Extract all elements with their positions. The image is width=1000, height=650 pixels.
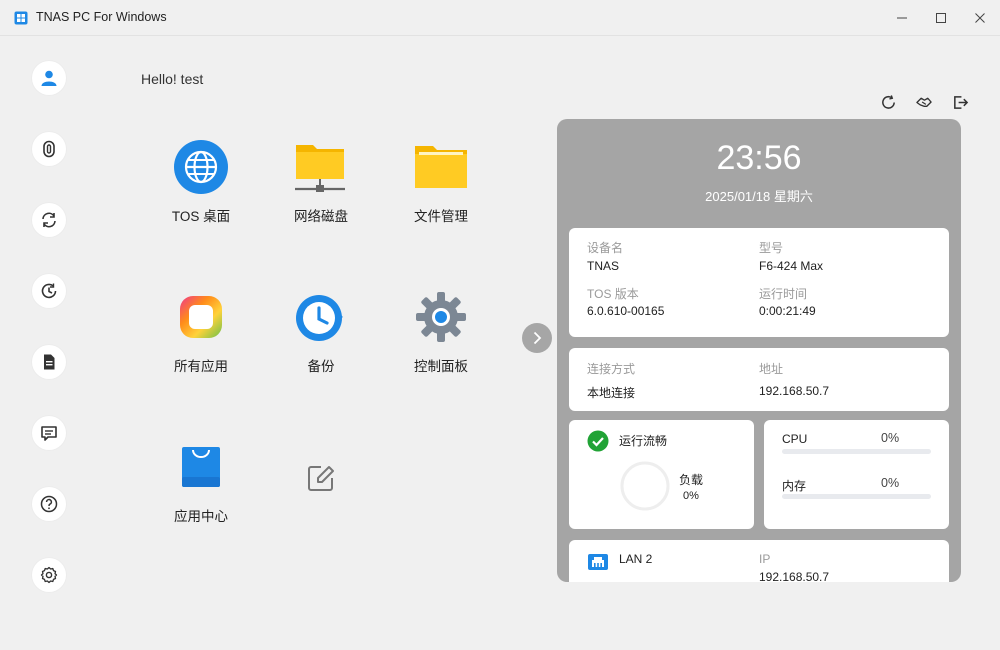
resource-card: CPU 0% 内存 0% xyxy=(764,420,949,529)
sync-icon xyxy=(42,212,56,228)
sidebar-settings-button[interactable] xyxy=(32,558,66,592)
connection-card: 连接方式 本地连接 地址 192.168.50.7 xyxy=(569,348,949,411)
folder-icon xyxy=(415,146,467,188)
app-label: 备份 xyxy=(307,359,335,374)
chevron-right-icon xyxy=(533,331,542,345)
app-label: TOS 桌面 xyxy=(171,209,231,224)
clock-date: 2025/01/18 星期六 xyxy=(705,189,813,204)
sidebar-message-button[interactable] xyxy=(32,416,66,450)
lan-label: LAN 2 xyxy=(619,552,653,566)
app-control-panel[interactable]: 控制面板 xyxy=(391,287,491,375)
tos-version-value: 6.0.610-00165 xyxy=(587,304,665,318)
help-icon xyxy=(40,495,58,513)
device-info-panel: 23:56 2025/01/18 星期六 设备名 TNAS 型号 F6-424 … xyxy=(557,119,961,582)
address-label: 地址 xyxy=(759,362,784,376)
cpu-label: CPU xyxy=(782,432,808,446)
tos-version-label: TOS 版本 xyxy=(587,287,639,301)
message-icon xyxy=(41,426,57,441)
sidebar-document-button[interactable] xyxy=(32,345,66,379)
memory-label: 内存 xyxy=(782,479,807,493)
app-label: 控制面板 xyxy=(414,359,468,374)
app-network-disk[interactable]: 网络磁盘 xyxy=(271,137,371,225)
sidebar-backup-button[interactable] xyxy=(32,274,66,308)
logout-icon xyxy=(953,95,968,109)
address-value: 192.168.50.7 xyxy=(759,384,830,398)
all-apps-icon xyxy=(180,296,222,338)
refresh-icon xyxy=(881,94,895,109)
user-icon xyxy=(41,70,57,86)
sidebar-link-button[interactable] xyxy=(32,132,66,166)
globe-icon xyxy=(174,140,228,194)
cpu-usage-bar xyxy=(782,449,931,454)
app-backup[interactable]: 备份 xyxy=(271,287,371,375)
app-file-manager[interactable]: 文件管理 xyxy=(391,137,491,225)
app-label: 应用中心 xyxy=(174,509,228,524)
title-bar: TNAS PC For Windows xyxy=(0,0,1000,36)
shopping-bag-icon xyxy=(182,447,220,487)
load-value: 0% xyxy=(683,490,699,502)
model-value: F6-424 Max xyxy=(759,259,824,273)
greeting-text: Hello! test xyxy=(141,71,204,87)
logout-button[interactable] xyxy=(950,92,970,112)
close-button[interactable] xyxy=(968,6,992,30)
minimize-icon xyxy=(897,17,907,19)
handshake-icon xyxy=(916,97,932,107)
status-label: 运行流畅 xyxy=(619,434,668,448)
connection-method-value: 本地连接 xyxy=(587,386,636,400)
memory-value: 0% xyxy=(881,476,900,490)
device-name-label: 设备名 xyxy=(587,241,624,255)
clock-time: 23:56 xyxy=(716,139,802,177)
next-page-button[interactable] xyxy=(522,323,552,353)
load-label: 负载 xyxy=(679,473,704,487)
edit-icon xyxy=(308,466,334,491)
cpu-value: 0% xyxy=(881,431,900,445)
backup-clock-icon xyxy=(41,283,57,299)
ip-value: 192.168.50.7 xyxy=(759,570,830,582)
app-label: 文件管理 xyxy=(414,209,468,224)
minimize-button[interactable] xyxy=(890,6,914,30)
maximize-button[interactable] xyxy=(929,6,953,30)
device-info-card: 设备名 TNAS 型号 F6-424 Max TOS 版本 6.0.610-00… xyxy=(569,228,949,337)
status-card: 运行流畅 负载 0% xyxy=(569,420,754,529)
sidebar-user-button[interactable] xyxy=(32,61,66,95)
check-circle-icon xyxy=(587,430,609,452)
load-ring-gauge xyxy=(620,461,670,511)
gear-icon xyxy=(40,566,58,584)
sidebar-help-button[interactable] xyxy=(32,487,66,521)
app-label: 网络磁盘 xyxy=(294,209,348,224)
edit-apps-button[interactable] xyxy=(271,448,371,508)
app-label: 所有应用 xyxy=(174,359,228,374)
app-logo-icon xyxy=(14,11,28,25)
link-icon xyxy=(43,140,55,158)
refresh-button[interactable] xyxy=(878,92,898,112)
uptime-value: 0:00:21:49 xyxy=(759,304,816,318)
uptime-label: 运行时间 xyxy=(759,287,808,301)
model-label: 型号 xyxy=(759,241,784,255)
maximize-icon xyxy=(936,13,946,23)
sidebar-sync-button[interactable] xyxy=(32,203,66,237)
connection-method-label: 连接方式 xyxy=(587,362,636,376)
backup-icon xyxy=(296,295,343,341)
network-card: LAN 2 IP 192.168.50.7 xyxy=(569,540,949,582)
app-tos-desktop[interactable]: TOS 桌面 xyxy=(151,137,251,225)
ip-label: IP xyxy=(759,552,771,566)
window-title: TNAS PC For Windows xyxy=(36,10,167,24)
app-all-apps[interactable]: 所有应用 xyxy=(151,287,251,375)
network-folder-icon xyxy=(295,145,345,192)
device-name-value: TNAS xyxy=(587,259,620,273)
app-app-center[interactable]: 应用中心 xyxy=(151,437,251,525)
memory-usage-bar xyxy=(782,494,931,499)
ethernet-icon xyxy=(588,554,608,570)
document-icon xyxy=(44,354,55,370)
close-icon xyxy=(975,13,985,23)
control-panel-gear-icon xyxy=(416,292,466,342)
handshake-button[interactable] xyxy=(914,92,934,112)
